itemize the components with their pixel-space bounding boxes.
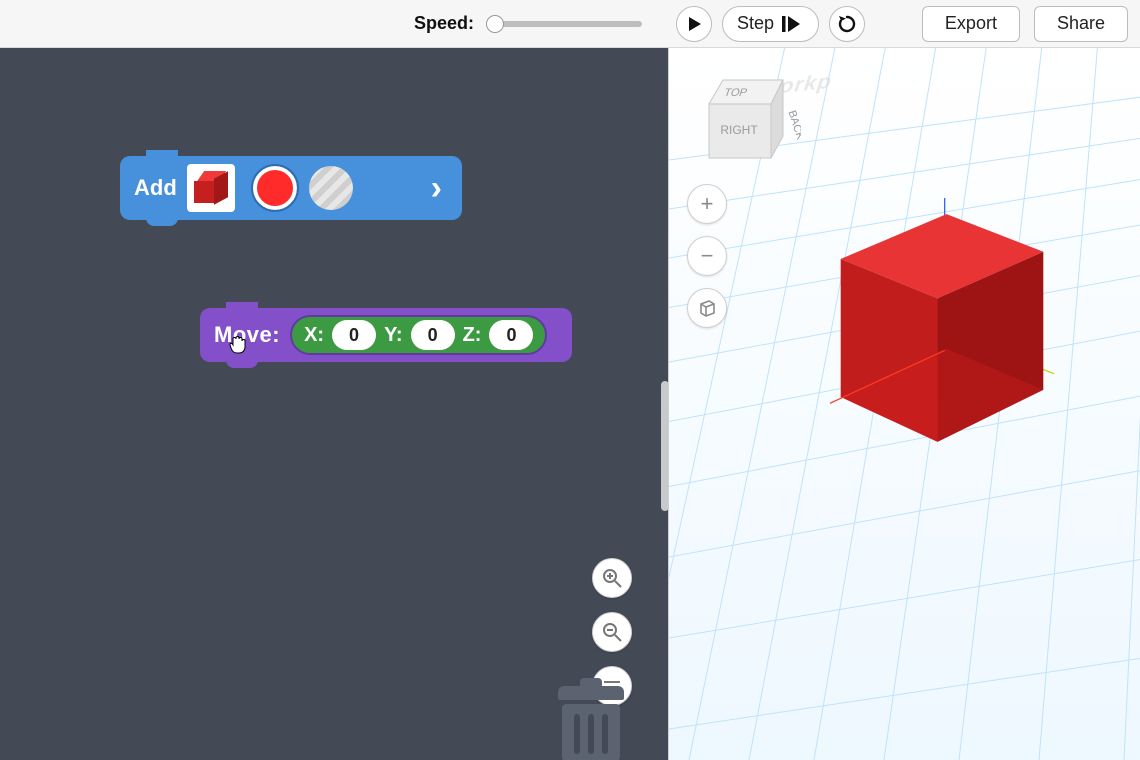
block-bump — [146, 214, 178, 226]
step-icon — [782, 15, 804, 33]
block-notch — [146, 150, 178, 162]
viewport-controls: + − — [687, 184, 727, 328]
minus-icon: − — [701, 243, 714, 269]
add-block[interactable]: Add › — [120, 156, 462, 220]
canvas-zoom-in-button[interactable] — [592, 558, 632, 598]
zoom-in-icon — [602, 568, 622, 588]
speed-slider-thumb[interactable] — [486, 15, 504, 33]
block-canvas[interactable]: Add › Move: X: Y: Z: — [0, 48, 668, 760]
move-block-label: Move: — [214, 322, 280, 348]
viewport-3d[interactable]: Workp TOP RIGHT BACK + − — [668, 48, 1140, 760]
viewcube[interactable]: TOP RIGHT BACK — [693, 70, 801, 170]
viewport-zoom-out-button[interactable]: − — [687, 236, 727, 276]
step-button-label: Step — [737, 13, 774, 34]
viewport-home-button[interactable] — [687, 288, 727, 328]
shape-picker[interactable] — [187, 164, 235, 212]
move-z-input[interactable] — [489, 320, 533, 350]
trash-button[interactable] — [552, 686, 630, 760]
move-block[interactable]: Move: X: Y: Z: — [200, 308, 572, 362]
box-icon — [194, 171, 228, 205]
zoom-out-icon — [602, 622, 622, 642]
reset-button[interactable] — [829, 6, 865, 42]
share-button[interactable]: Share — [1034, 6, 1128, 42]
viewcube-top-label: TOP — [722, 87, 748, 99]
toolbar-right-group: Export Share — [922, 6, 1128, 42]
step-button[interactable]: Step — [722, 6, 819, 42]
move-x-input[interactable] — [332, 320, 376, 350]
y-axis-label: Y: — [384, 324, 403, 347]
hole-toggle[interactable] — [309, 166, 353, 210]
share-button-label: Share — [1057, 13, 1105, 34]
reset-icon — [837, 14, 857, 34]
home-cube-icon — [697, 298, 717, 318]
speed-label: Speed: — [414, 13, 474, 34]
trash-icon — [580, 678, 602, 686]
top-toolbar: Speed: Step Export Share — [0, 0, 1140, 48]
color-picker[interactable] — [253, 166, 297, 210]
viewcube-back-label: BACK — [786, 109, 801, 142]
block-bump — [226, 356, 258, 368]
scene-object-box[interactable] — [817, 198, 1067, 458]
move-vector-input: X: Y: Z: — [290, 315, 547, 355]
main-split: Add › Move: X: Y: Z: — [0, 48, 1140, 760]
plus-icon: + — [701, 191, 714, 217]
x-axis-label: X: — [304, 324, 324, 347]
play-button[interactable] — [676, 6, 712, 42]
play-icon — [686, 16, 702, 32]
z-axis-label: Z: — [463, 324, 482, 347]
move-y-input[interactable] — [411, 320, 455, 350]
chevron-right-icon[interactable]: › — [431, 169, 442, 208]
export-button-label: Export — [945, 13, 997, 34]
viewcube-right-label: RIGHT — [720, 123, 758, 137]
export-button[interactable]: Export — [922, 6, 1020, 42]
block-notch — [226, 302, 258, 314]
speed-slider[interactable] — [486, 21, 642, 27]
viewport-zoom-in-button[interactable]: + — [687, 184, 727, 224]
canvas-zoom-out-button[interactable] — [592, 612, 632, 652]
add-block-label: Add — [134, 175, 177, 201]
